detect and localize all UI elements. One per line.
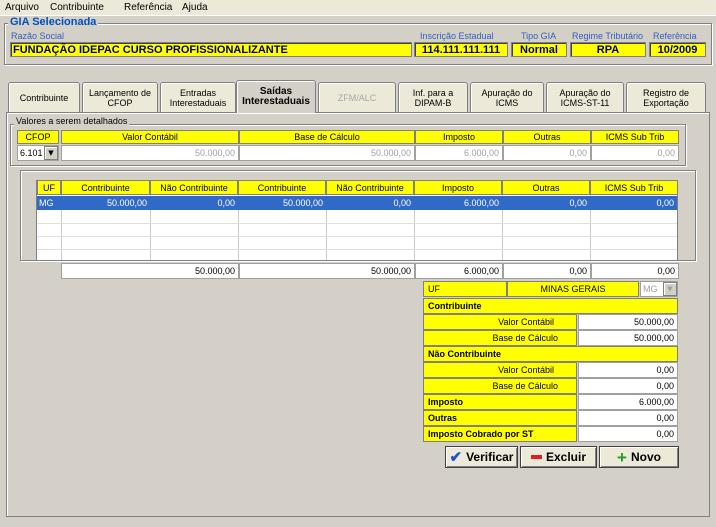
chevron-down-icon[interactable]: ▼ (44, 146, 58, 160)
razao-social-value: FUNDAÇÃO IDEPAC CURSO PROFISSIONALIZANTE (10, 42, 412, 57)
grid-hdr-outras: Outras (502, 180, 590, 195)
gia-group-title: GIA Selecionada (8, 16, 99, 28)
detail-uf-name: MINAS GERAIS (507, 281, 639, 297)
tab-saidas-interestaduais[interactable]: Saídas Interestaduais (236, 80, 316, 113)
hdr-valor-contabil: Valor Contábil (61, 130, 239, 144)
tab-entradas-interestaduais[interactable]: Entradas Interestaduais (160, 82, 236, 112)
tab-registro-exportacao[interactable]: Registro de Exportação (626, 82, 706, 112)
detail-imposto-label: Imposto (423, 394, 577, 410)
excluir-button[interactable]: Excluir (520, 446, 597, 468)
detail-contrib-bc-value[interactable]: 50.000,00 (578, 330, 678, 346)
tab-apuracao-icms[interactable]: Apuração do ICMS (470, 82, 544, 112)
referencia-label: Referência (653, 31, 697, 41)
valor-contabil-field: 50.000,00 (61, 145, 239, 161)
row-nao-contribuinte-vc: 0,00 (217, 198, 235, 208)
icms-sub-trib-field: 0,00 (591, 145, 679, 161)
menu-referencia[interactable]: Referência (124, 2, 172, 13)
total-valor-contabil: 50.000,00 (61, 263, 239, 279)
menu-bar: Arquivo Contribuinte Referência Ajuda (0, 0, 716, 16)
regime-tributario-value: RPA (570, 42, 646, 57)
hdr-cfop: CFOP (17, 130, 59, 144)
hdr-imposto: Imposto (415, 130, 503, 144)
tab-contribuinte[interactable]: Contribuinte (8, 82, 80, 112)
novo-label: Novo (630, 450, 661, 464)
menu-ajuda[interactable]: Ajuda (182, 2, 208, 13)
check-icon: ✔ (449, 448, 463, 466)
detail-st-value[interactable]: 0,00 (578, 426, 678, 442)
grid-divider (37, 236, 677, 237)
minus-icon (530, 455, 542, 459)
detail-st-label: Imposto Cobrado por ST (423, 426, 577, 442)
grid-divider (37, 249, 677, 250)
plus-icon: + (617, 447, 627, 467)
valores-group-title: Valores a serem detalhados (14, 116, 130, 126)
detail-contrib-vc-label: Valor Contábil (423, 314, 577, 330)
total-icms-sub-trib: 0,00 (591, 263, 679, 279)
grid-hdr-nao-contribuinte-vc: Não Contribuinte (150, 180, 238, 195)
inscricao-estadual-label: Inscrição Estadual (420, 31, 494, 41)
tab-dipam-b[interactable]: Inf. para a DIPAM-B (398, 82, 468, 112)
tipo-gia-label: Tipo GIA (521, 31, 557, 41)
menu-arquivo[interactable]: Arquivo (5, 2, 39, 13)
razao-social-label: Razão Social (11, 31, 65, 41)
grid-hdr-uf: UF (37, 180, 61, 195)
tab-zfm-alc[interactable]: ZFM/ALC (318, 82, 396, 112)
novo-button[interactable]: + Novo (599, 446, 679, 468)
grid-hdr-contribuinte-vc: Contribuinte (61, 180, 150, 195)
detail-outras-value[interactable]: 0,00 (578, 410, 678, 426)
tab-lancamento-cfop[interactable]: Lançamento de CFOP (82, 82, 158, 112)
row-imposto: 6.000,00 (463, 198, 499, 208)
regime-tributario-label: Regime Tributário (572, 31, 644, 41)
verificar-button[interactable]: ✔ Verificar (445, 446, 518, 468)
chevron-down-icon[interactable]: ▼ (663, 282, 677, 296)
excluir-label: Excluir (545, 450, 587, 464)
cfop-value: 6.101 (20, 148, 43, 158)
row-icms-sub-trib: 0,00 (656, 198, 674, 208)
row-nao-contribuinte-bc: 0,00 (393, 198, 411, 208)
total-base-calculo: 50.000,00 (239, 263, 415, 279)
hdr-base-calculo: Base de Cálculo (239, 130, 415, 144)
total-imposto: 6.000,00 (415, 263, 503, 279)
table-row[interactable]: MG 50.000,00 0,00 50.000,00 0,00 6.000,0… (37, 196, 677, 210)
detail-contrib-vc-value[interactable]: 50.000,00 (578, 314, 678, 330)
verificar-label: Verificar (466, 450, 514, 464)
outras-field: 0,00 (503, 145, 591, 161)
imposto-field: 6.000,00 (415, 145, 503, 161)
detail-outras-label: Outras (423, 410, 577, 426)
grid-hdr-nao-contribuinte-bc: Não Contribuinte (326, 180, 414, 195)
hdr-outras: Outras (503, 130, 591, 144)
referencia-value: 10/2009 (649, 42, 706, 57)
row-outras: 0,00 (569, 198, 587, 208)
detail-nao-bc-label: Base de Cálculo (423, 378, 577, 394)
detail-nao-contribuinte-heading: Não Contribuinte (423, 346, 678, 362)
row-uf: MG (39, 198, 54, 208)
detail-contribuinte-heading: Contribuinte (423, 298, 678, 314)
tab-apuracao-icms-st[interactable]: Apuração do ICMS-ST-11 (546, 82, 624, 112)
grid-hdr-contribuinte-bc: Contribuinte (238, 180, 326, 195)
detail-uf-label: UF (423, 281, 507, 297)
detail-nao-vc-value[interactable]: 0,00 (578, 362, 678, 378)
base-calculo-field: 50.000,00 (239, 145, 415, 161)
grid-hdr-imposto: Imposto (414, 180, 502, 195)
total-outras: 0,00 (503, 263, 591, 279)
detail-imposto-value[interactable]: 6.000,00 (578, 394, 678, 410)
hdr-icms-sub-trib: ICMS Sub Trib (591, 130, 679, 144)
row-contribuinte-vc: 50.000,00 (106, 198, 147, 208)
detail-nao-bc-value[interactable]: 0,00 (578, 378, 678, 394)
detail-uf-code: MG (643, 284, 658, 294)
inscricao-estadual-value: 114.111.111.111 (414, 42, 508, 57)
row-contribuinte-bc: 50.000,00 (282, 198, 323, 208)
tipo-gia-value: Normal (511, 42, 567, 57)
detail-contrib-bc-label: Base de Cálculo (423, 330, 577, 346)
grid-hdr-icms-sub-trib: ICMS Sub Trib (590, 180, 678, 195)
detail-nao-vc-label: Valor Contábil (423, 362, 577, 378)
menu-contribuinte[interactable]: Contribuinte (50, 2, 104, 13)
grid-divider (37, 223, 677, 224)
